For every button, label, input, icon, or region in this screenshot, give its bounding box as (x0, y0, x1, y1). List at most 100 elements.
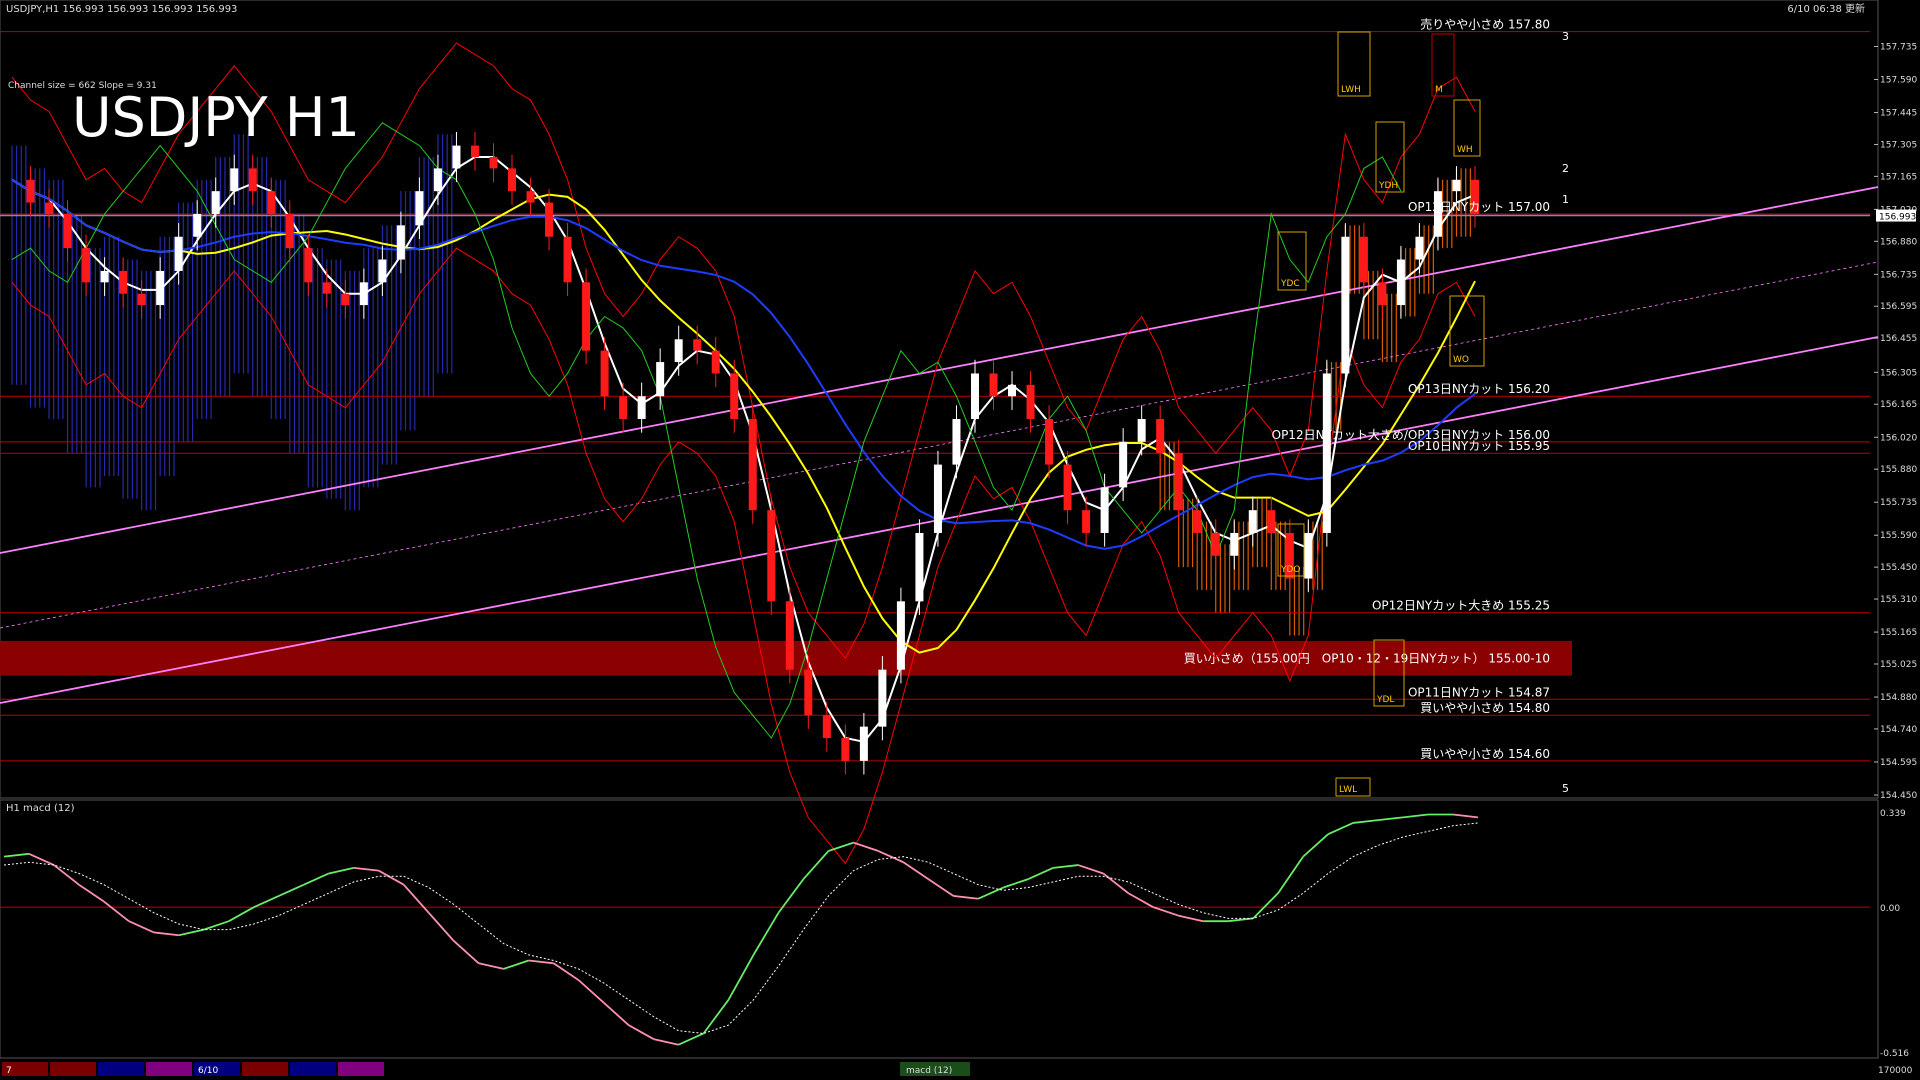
price-tick-label: 155.165 (1880, 628, 1917, 638)
status-tab-label: macd (12) (906, 1066, 952, 1076)
tab-7[interactable] (338, 1062, 384, 1076)
candle-body (915, 532, 924, 602)
tab-1[interactable] (50, 1062, 96, 1076)
price-tick-label: 157.305 (1880, 140, 1917, 150)
candle-body (1359, 236, 1368, 283)
candle-body (341, 293, 350, 306)
candle-body (211, 191, 220, 214)
macd-tick-label: 0.339 (1880, 809, 1906, 819)
level-label: 売りやや小さめ 157.80 (1420, 17, 1550, 32)
candle-body (859, 726, 868, 761)
tab-5[interactable] (242, 1062, 288, 1076)
candle-body (1267, 510, 1276, 533)
candle-body (619, 396, 628, 420)
level-label: 買いやや小さめ 154.60 (1420, 747, 1550, 761)
tab-label: 7 (6, 1066, 12, 1076)
price-tick-label: 156.305 (1880, 368, 1917, 378)
candle-body (1008, 384, 1017, 397)
range-box-label: WO (1453, 355, 1469, 365)
price-tick-label: 156.020 (1880, 433, 1917, 443)
candle-body (785, 601, 794, 670)
candle-body (248, 168, 257, 192)
price-tick-label: 155.025 (1880, 660, 1917, 670)
candle-body (378, 259, 387, 283)
candle-body (1378, 282, 1387, 306)
wave-label: 3 (1562, 30, 1569, 43)
candle-body (63, 213, 72, 249)
price-axis: 157.735157.590157.445157.305157.165157.0… (1874, 42, 1917, 801)
wave-label: 2 (1562, 162, 1569, 175)
tab-label: 6/10 (198, 1066, 218, 1076)
candle-body (674, 339, 683, 363)
candle-body (1452, 179, 1461, 192)
bottom-bar: 7 6/10 macd (12) 170000 (2, 1062, 1913, 1076)
candle-body (193, 213, 202, 237)
candle-body (656, 362, 665, 397)
candle-body (156, 270, 165, 306)
price-tick-label: 157.445 (1880, 109, 1917, 119)
candle-body (933, 464, 942, 533)
range-box-label: YDC (1280, 279, 1300, 289)
range-box-label: WH (1457, 145, 1473, 155)
candle-body (970, 373, 979, 420)
candle-body (711, 350, 720, 374)
chart-clock: 6/10 06:38 更新 (1787, 2, 1865, 15)
range-box-label: LWH (1341, 85, 1361, 95)
candle-body (1156, 419, 1165, 454)
candle-body (137, 293, 146, 306)
candle-body (1045, 419, 1054, 465)
candle-body (1230, 532, 1239, 556)
candle-body (100, 270, 109, 283)
candle-body (896, 601, 905, 670)
tab-6[interactable] (290, 1062, 336, 1076)
candle-body (952, 419, 961, 465)
macd-panel-frame (0, 799, 1879, 1059)
candle-body (1063, 464, 1072, 511)
candle-body (396, 225, 405, 260)
candle-body (359, 282, 368, 306)
candle-body (730, 373, 739, 420)
level-label: OP12日NYカット大きめ 155.25 (1372, 599, 1550, 613)
level-label: OP10日NYカット 155.95 (1408, 439, 1550, 453)
level-label: OP12日NYカット 157.00 (1408, 200, 1550, 214)
price-tick-label: 157.735 (1880, 42, 1917, 52)
current-price-text: 156.993 (1879, 213, 1916, 223)
candle-body (174, 236, 183, 271)
candle-body (822, 715, 831, 739)
price-tick-label: 155.590 (1880, 531, 1917, 541)
price-tick-label: 156.455 (1880, 334, 1917, 344)
candle-body (489, 156, 498, 169)
tab-3[interactable] (146, 1062, 192, 1076)
candle-body (1211, 532, 1220, 556)
bottom-right-label: 170000 (1878, 1066, 1913, 1076)
candle-body (1026, 384, 1035, 420)
candle-body (1193, 510, 1202, 533)
price-tick-label: 157.165 (1880, 172, 1917, 182)
price-tick-label: 156.595 (1880, 302, 1917, 312)
candle-body (433, 168, 442, 192)
candle-body (693, 339, 702, 351)
price-tick-label: 155.450 (1880, 563, 1917, 573)
candle-body (230, 168, 239, 192)
level-label: 買いやや小さめ 154.80 (1420, 701, 1550, 715)
price-tick-label: 155.880 (1880, 465, 1917, 475)
chart-header: USDJPY,H1 156.993 156.993 156.993 156.99… (6, 4, 237, 15)
buy-zone-label: 買い小さめ（155.00円 OP10・12・19日NYカット） 155.00-1… (1184, 651, 1550, 665)
candle-body (545, 202, 554, 237)
candle-body (322, 282, 331, 294)
price-tick-label: 156.735 (1880, 270, 1917, 280)
wave-label: 5 (1562, 782, 1569, 795)
candle-body (748, 419, 757, 511)
tab-2[interactable] (98, 1062, 144, 1076)
candle-body (878, 669, 887, 727)
candle-body (600, 350, 609, 397)
candle-body (267, 191, 276, 214)
candle-body (452, 145, 461, 169)
candle-body (1248, 510, 1257, 533)
range-box-label: YDL (1376, 695, 1394, 705)
candle-body (45, 202, 54, 214)
candle-body (1341, 236, 1350, 374)
candle-body (637, 396, 646, 420)
candle-body (1415, 236, 1424, 260)
candle-body (1174, 453, 1183, 511)
